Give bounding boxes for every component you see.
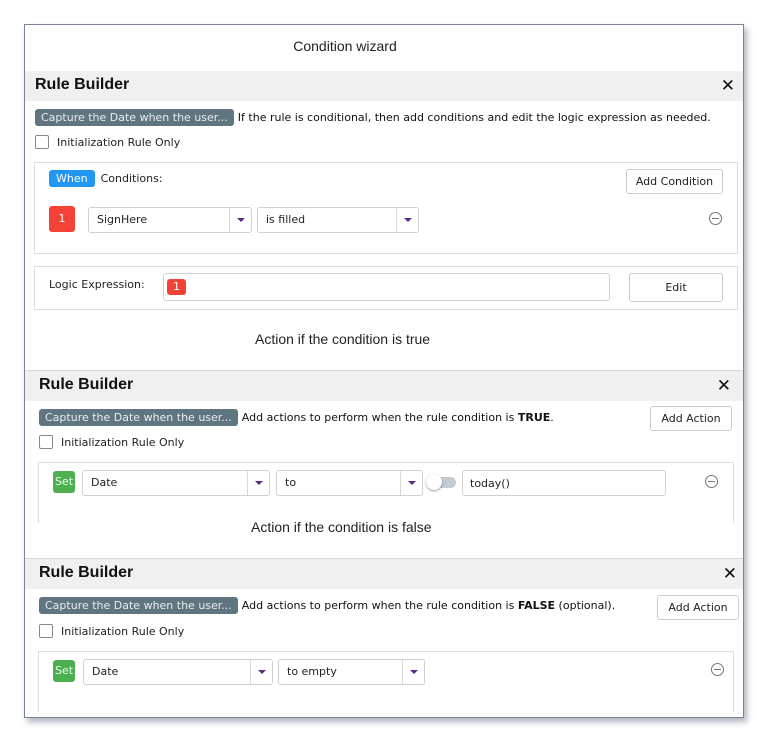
action-field-select[interactable]: Date — [83, 659, 273, 685]
action-field-select[interactable]: Date — [82, 470, 270, 496]
condition-field-select[interactable]: SignHere — [88, 207, 252, 233]
init-only-checkbox[interactable] — [39, 435, 53, 449]
rule-builder-title: Rule Builder — [35, 76, 130, 93]
rule-description: Add actions to perform when the rule con… — [242, 409, 554, 426]
logic-expression-input[interactable]: 1 — [163, 273, 610, 301]
action-operator-value: to empty — [287, 665, 337, 678]
dropdown-arrow-icon[interactable] — [400, 471, 422, 495]
init-only-row[interactable]: Initialization Rule Only — [39, 435, 184, 449]
condition-index-badge: 1 — [49, 206, 75, 232]
init-only-label: Initialization Rule Only — [61, 435, 185, 449]
description-text: Add actions to perform when the rule con… — [241, 599, 518, 612]
add-action-button[interactable]: Add Action — [657, 595, 739, 620]
true-rule-builder-header: Rule Builder ✕ — [25, 371, 743, 401]
init-only-label: Initialization Rule Only — [61, 624, 185, 638]
description-emphasis: FALSE — [517, 599, 556, 612]
condition-rule-description-row: Capture the Date when the user... If the… — [35, 109, 711, 126]
conditions-panel: When Conditions: Add Condition 1 SignHer… — [34, 162, 738, 254]
false-rule-description-row: Capture the Date when the user... Add ac… — [39, 597, 615, 614]
set-badge: Set — [53, 660, 75, 682]
action-row: Set Date to empty — [53, 659, 724, 685]
action-value-input[interactable]: today() — [462, 470, 666, 496]
dropdown-arrow-icon[interactable] — [229, 208, 251, 232]
add-condition-button[interactable]: Add Condition — [626, 169, 723, 194]
rule-description: If the rule is conditional, then add con… — [237, 111, 711, 124]
rule-description: Add actions to perform when the rule con… — [242, 597, 615, 614]
action-operator-value: to — [285, 476, 297, 489]
conditions-label: Conditions: — [100, 172, 163, 185]
close-icon[interactable]: ✕ — [723, 565, 737, 583]
logic-expression-label: Logic Expression: — [49, 278, 145, 291]
rule-name-pill[interactable]: Capture the Date when the user... — [35, 109, 234, 126]
close-icon[interactable]: ✕ — [717, 377, 731, 395]
condition-operator-value: is filled — [266, 213, 306, 226]
description-text: (optional). — [555, 599, 616, 612]
logic-expression-panel: Logic Expression: 1 Edit — [34, 266, 738, 310]
condition-wizard-window: Condition wizard Rule Builder ✕ Capture … — [24, 24, 744, 718]
dropdown-arrow-icon[interactable] — [402, 660, 424, 684]
false-actions-panel: Set Date to empty — [38, 651, 734, 712]
rule-name-pill[interactable]: Capture the Date when the user... — [39, 597, 238, 614]
condition-field-value: SignHere — [97, 213, 148, 226]
close-icon[interactable]: ✕ — [721, 77, 735, 95]
action-field-value: Date — [92, 665, 119, 678]
add-action-button[interactable]: Add Action — [650, 406, 732, 431]
action-row: Set Date to today() — [53, 470, 723, 496]
init-only-checkbox[interactable] — [39, 624, 53, 638]
rule-builder-title: Rule Builder — [39, 564, 134, 581]
init-only-row[interactable]: Initialization Rule Only — [39, 624, 184, 638]
condition-operator-select[interactable]: is filled — [257, 207, 419, 233]
false-action-caption: Action if the condition is false — [251, 519, 432, 535]
rule-name-pill[interactable]: Capture the Date when the user... — [39, 409, 238, 426]
true-action-caption: Action if the condition is true — [255, 331, 431, 347]
description-emphasis: TRUE — [517, 411, 551, 424]
init-only-label: Initialization Rule Only — [57, 135, 181, 149]
condition-row: 1 SignHere is filled — [49, 206, 729, 233]
false-rule-builder-header: Rule Builder ✕ — [25, 559, 743, 589]
dropdown-arrow-icon[interactable] — [396, 208, 418, 232]
condition-rule-builder-header: Rule Builder ✕ — [25, 71, 743, 101]
expression-toggle[interactable] — [426, 474, 456, 490]
init-only-checkbox[interactable] — [35, 135, 49, 149]
description-text: Add actions to perform when the rule con… — [241, 411, 518, 424]
action-operator-select[interactable]: to empty — [278, 659, 425, 685]
description-text: . — [550, 411, 554, 424]
action-operator-select[interactable]: to — [276, 470, 423, 496]
toggle-knob — [426, 474, 442, 490]
logic-token-badge: 1 — [167, 279, 186, 295]
edit-logic-button[interactable]: Edit — [629, 273, 723, 302]
rule-builder-title: Rule Builder — [39, 376, 134, 393]
action-field-value: Date — [91, 476, 118, 489]
dropdown-arrow-icon[interactable] — [247, 471, 269, 495]
wizard-title: Condition wizard — [293, 38, 397, 54]
remove-action-icon[interactable] — [711, 663, 724, 676]
set-badge: Set — [53, 471, 75, 493]
dropdown-arrow-icon[interactable] — [250, 660, 272, 684]
true-actions-panel: Set Date to today() — [38, 462, 734, 523]
remove-condition-icon[interactable] — [709, 212, 722, 225]
init-only-row[interactable]: Initialization Rule Only — [35, 135, 180, 149]
conditions-header: When Conditions: — [49, 170, 163, 187]
remove-action-icon[interactable] — [705, 475, 718, 488]
true-rule-description-row: Capture the Date when the user... Add ac… — [39, 409, 554, 426]
when-badge: When — [49, 170, 95, 187]
